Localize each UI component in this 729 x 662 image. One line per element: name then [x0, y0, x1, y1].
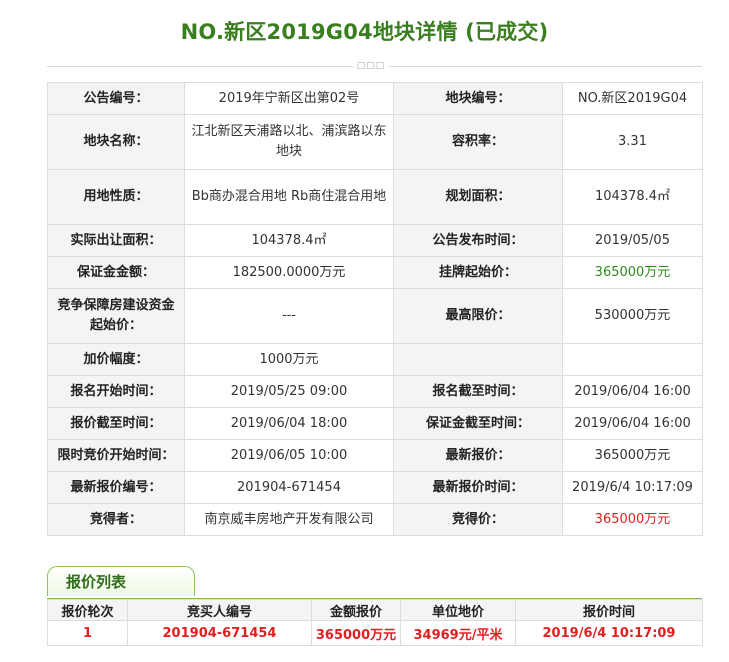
- bid-list-tabbar: 报价列表: [47, 566, 702, 600]
- bid-cell: 1: [47, 620, 128, 646]
- detail-row: 实际出让面积： 104378.4㎡ 公告发布时间： 2019/05/05: [47, 224, 703, 257]
- bid-cell: 2019/6/4 10:17:09: [515, 620, 703, 646]
- detail-row: 竞争保障房建设资金起始价： --- 最高限价： 530000万元: [47, 288, 703, 344]
- detail-value: 2019/05/05: [562, 224, 703, 257]
- detail-value: 江北新区天浦路以北、浦滨路以东地块: [184, 114, 394, 170]
- detail-label: 竞争保障房建设资金起始价：: [47, 288, 185, 344]
- detail-row: 限时竞价开始时间： 2019/06/05 10:00 最新报价： 365000万元: [47, 439, 703, 472]
- bid-table: 报价轮次 竞买人编号 金额报价 单位地价 报价时间 1 201904-671454 3650…: [47, 599, 703, 646]
- detail-value: 2019/6/4 10:17:09: [562, 471, 703, 504]
- detail-label: 最高限价：: [393, 288, 563, 344]
- detail-row: 报名开始时间： 2019/05/25 09:00 报名截至时间： 2019/06/04…: [47, 375, 703, 408]
- detail-label: 公告发布时间：: [393, 224, 563, 257]
- detail-value: 365000万元: [562, 503, 703, 536]
- detail-label: 报名开始时间：: [47, 375, 185, 408]
- detail-row: 报价截至时间： 2019/06/04 18:00 保证金截至时间： 2019/06/0…: [47, 407, 703, 440]
- detail-value: 2019/06/05 10:00: [184, 439, 394, 472]
- detail-label: 保证金金额：: [47, 256, 185, 289]
- detail-label: 限时竞价开始时间：: [47, 439, 185, 472]
- detail-value: Bb商办混合用地 Rb商住混合用地: [184, 169, 394, 225]
- detail-value: 530000万元: [562, 288, 703, 344]
- detail-table: 公告编号： 2019年宁新区出第02号 地块编号： NO.新区2019G04 地块名称：…: [47, 82, 703, 536]
- detail-label: 最新报价：: [393, 439, 563, 472]
- detail-label: 报价截至时间：: [47, 407, 185, 440]
- detail-value: 2019/06/04 16:00: [562, 375, 703, 408]
- detail-row: 最新报价编号： 201904-671454 最新报价时间： 2019/6/4 10:1…: [47, 471, 703, 504]
- detail-value: ---: [184, 288, 394, 344]
- detail-label: 竞得者：: [47, 503, 185, 536]
- detail-row: 用地性质： Bb商办混合用地 Rb商住混合用地 规划面积： 104378.4㎡: [47, 169, 703, 225]
- bid-cell: 201904-671454: [127, 620, 312, 646]
- detail-value: 365000万元: [562, 256, 703, 289]
- detail-label: [393, 343, 563, 376]
- detail-label: 实际出让面积：: [47, 224, 185, 257]
- bid-column-header: 金额报价: [311, 599, 401, 621]
- detail-label: 最新报价时间：: [393, 471, 563, 504]
- detail-label: 保证金截至时间：: [393, 407, 563, 440]
- detail-value: NO.新区2019G04: [562, 82, 703, 115]
- tab-bid-list[interactable]: 报价列表: [47, 566, 195, 596]
- detail-label: 加价幅度：: [47, 343, 185, 376]
- detail-value: 2019/05/25 09:00: [184, 375, 394, 408]
- detail-label: 挂牌起始价：: [393, 256, 563, 289]
- detail-row: 公告编号： 2019年宁新区出第02号 地块编号： NO.新区2019G04: [47, 82, 703, 115]
- detail-label: 用地性质：: [47, 169, 185, 225]
- bid-cell: 34969元/平米: [400, 620, 516, 646]
- bid-column-header: 单位地价: [400, 599, 516, 621]
- bid-column-header: 竞买人编号: [127, 599, 312, 621]
- detail-value: 104378.4㎡: [184, 224, 394, 257]
- bid-row: 1 201904-671454 365000万元 34969元/平米 2019/6/4 …: [47, 620, 703, 646]
- detail-label: 地块编号：: [393, 82, 563, 115]
- detail-row: 加价幅度： 1000万元: [47, 343, 703, 376]
- detail-label: 容积率：: [393, 114, 563, 170]
- detail-value: 1000万元: [184, 343, 394, 376]
- detail-value: 2019/06/04 18:00: [184, 407, 394, 440]
- detail-label: 地块名称：: [47, 114, 185, 170]
- detail-value: 104378.4㎡: [562, 169, 703, 225]
- detail-value: 182500.0000万元: [184, 256, 394, 289]
- detail-value: 2019年宁新区出第02号: [184, 82, 394, 115]
- detail-label: 规划面积：: [393, 169, 563, 225]
- detail-value: 南京威丰房地产开发有限公司: [184, 503, 394, 536]
- detail-label: 竞得价：: [393, 503, 563, 536]
- divider-dots-icon: □□□: [353, 60, 389, 72]
- detail-label: 报名截至时间：: [393, 375, 563, 408]
- detail-value: 2019/06/04 16:00: [562, 407, 703, 440]
- detail-row: 保证金金额： 182500.0000万元 挂牌起始价： 365000万元: [47, 256, 703, 289]
- bid-cell: 365000万元: [311, 620, 401, 646]
- detail-value: 3.31: [562, 114, 703, 170]
- detail-row: 地块名称： 江北新区天浦路以北、浦滨路以东地块 容积率： 3.31: [47, 114, 703, 170]
- detail-label: 最新报价编号：: [47, 471, 185, 504]
- page-title: NO.新区2019G04地块详情 (已成交): [180, 20, 549, 44]
- detail-label: 公告编号：: [47, 82, 185, 115]
- detail-value: 201904-671454: [184, 471, 394, 504]
- detail-value: 365000万元: [562, 439, 703, 472]
- detail-row: 竞得者： 南京威丰房地产开发有限公司 竞得价： 365000万元: [47, 503, 703, 536]
- bid-column-header: 报价轮次: [47, 599, 128, 621]
- bid-column-header: 报价时间: [515, 599, 703, 621]
- detail-value: [562, 343, 703, 376]
